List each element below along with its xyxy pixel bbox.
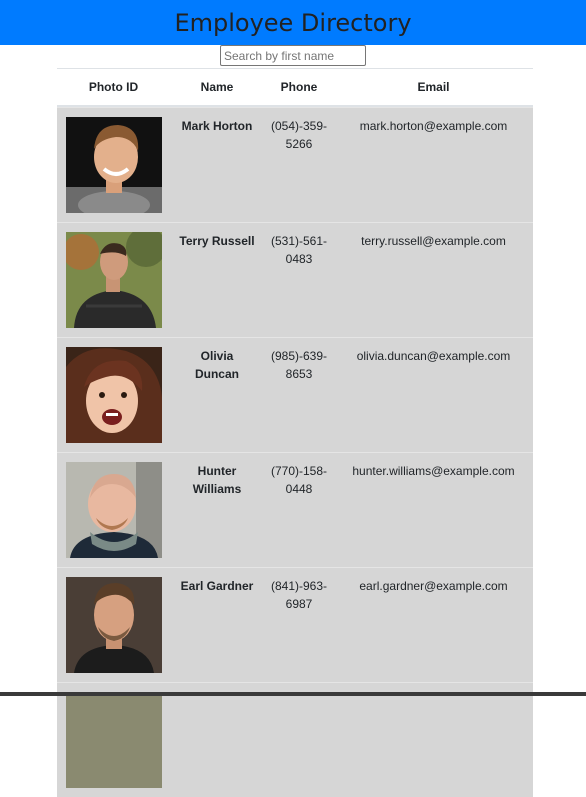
employee-photo	[65, 692, 162, 788]
table-row: Terry Russell (531)-561-0483 terry.russe…	[57, 222, 533, 337]
employee-photo	[65, 462, 162, 558]
table-row: Hunter Williams (770)-158-0448 hunter.wi…	[57, 452, 533, 567]
employee-phone: (985)-639-8653	[270, 349, 328, 381]
column-header-phone[interactable]: Phone	[264, 80, 334, 94]
employee-photo	[65, 347, 162, 443]
table-row	[57, 682, 533, 797]
table-header: Photo ID Name Phone Email	[57, 69, 533, 107]
employee-email[interactable]: terry.russell@example.com	[334, 223, 533, 337]
page-title: Employee Directory	[174, 8, 412, 37]
column-header-photo[interactable]: Photo ID	[57, 80, 170, 94]
employee-name: Mark Horton	[181, 119, 253, 133]
employee-name: Terry Russell	[179, 234, 255, 248]
table-row: Mark Horton (054)-359-5266 mark.horton@e…	[57, 107, 533, 222]
employee-email[interactable]: hunter.williams@example.com	[334, 453, 533, 567]
table-row: Olivia Duncan (985)-639-8653 olivia.dunc…	[57, 337, 533, 452]
employee-phone: (531)-561-0483	[270, 234, 328, 266]
employee-email[interactable]: olivia.duncan@example.com	[334, 338, 533, 452]
employee-name: Olivia Duncan	[194, 349, 239, 381]
page-header: Employee Directory	[0, 0, 586, 45]
employee-photo	[65, 117, 162, 213]
employee-email[interactable]: earl.gardner@example.com	[334, 568, 533, 682]
column-header-email[interactable]: Email	[334, 80, 533, 94]
search-input[interactable]	[220, 45, 366, 66]
employee-table: Photo ID Name Phone Email Mark Horton (0…	[57, 68, 533, 797]
employee-photo	[65, 577, 162, 673]
employee-phone: (054)-359-5266	[270, 119, 328, 151]
employee-phone: (770)-158-0448	[270, 464, 328, 496]
table-row: Earl Gardner (841)-963-6987 earl.gardner…	[57, 567, 533, 682]
employee-name: Hunter Williams	[192, 464, 242, 496]
employee-photo	[65, 232, 162, 328]
column-header-name[interactable]: Name	[170, 80, 264, 94]
search-bar	[0, 45, 586, 69]
employee-name: Earl Gardner	[180, 579, 254, 593]
window-bottom-edge	[0, 692, 586, 696]
employee-phone: (841)-963-6987	[270, 579, 328, 611]
employee-email[interactable]: mark.horton@example.com	[334, 108, 533, 222]
